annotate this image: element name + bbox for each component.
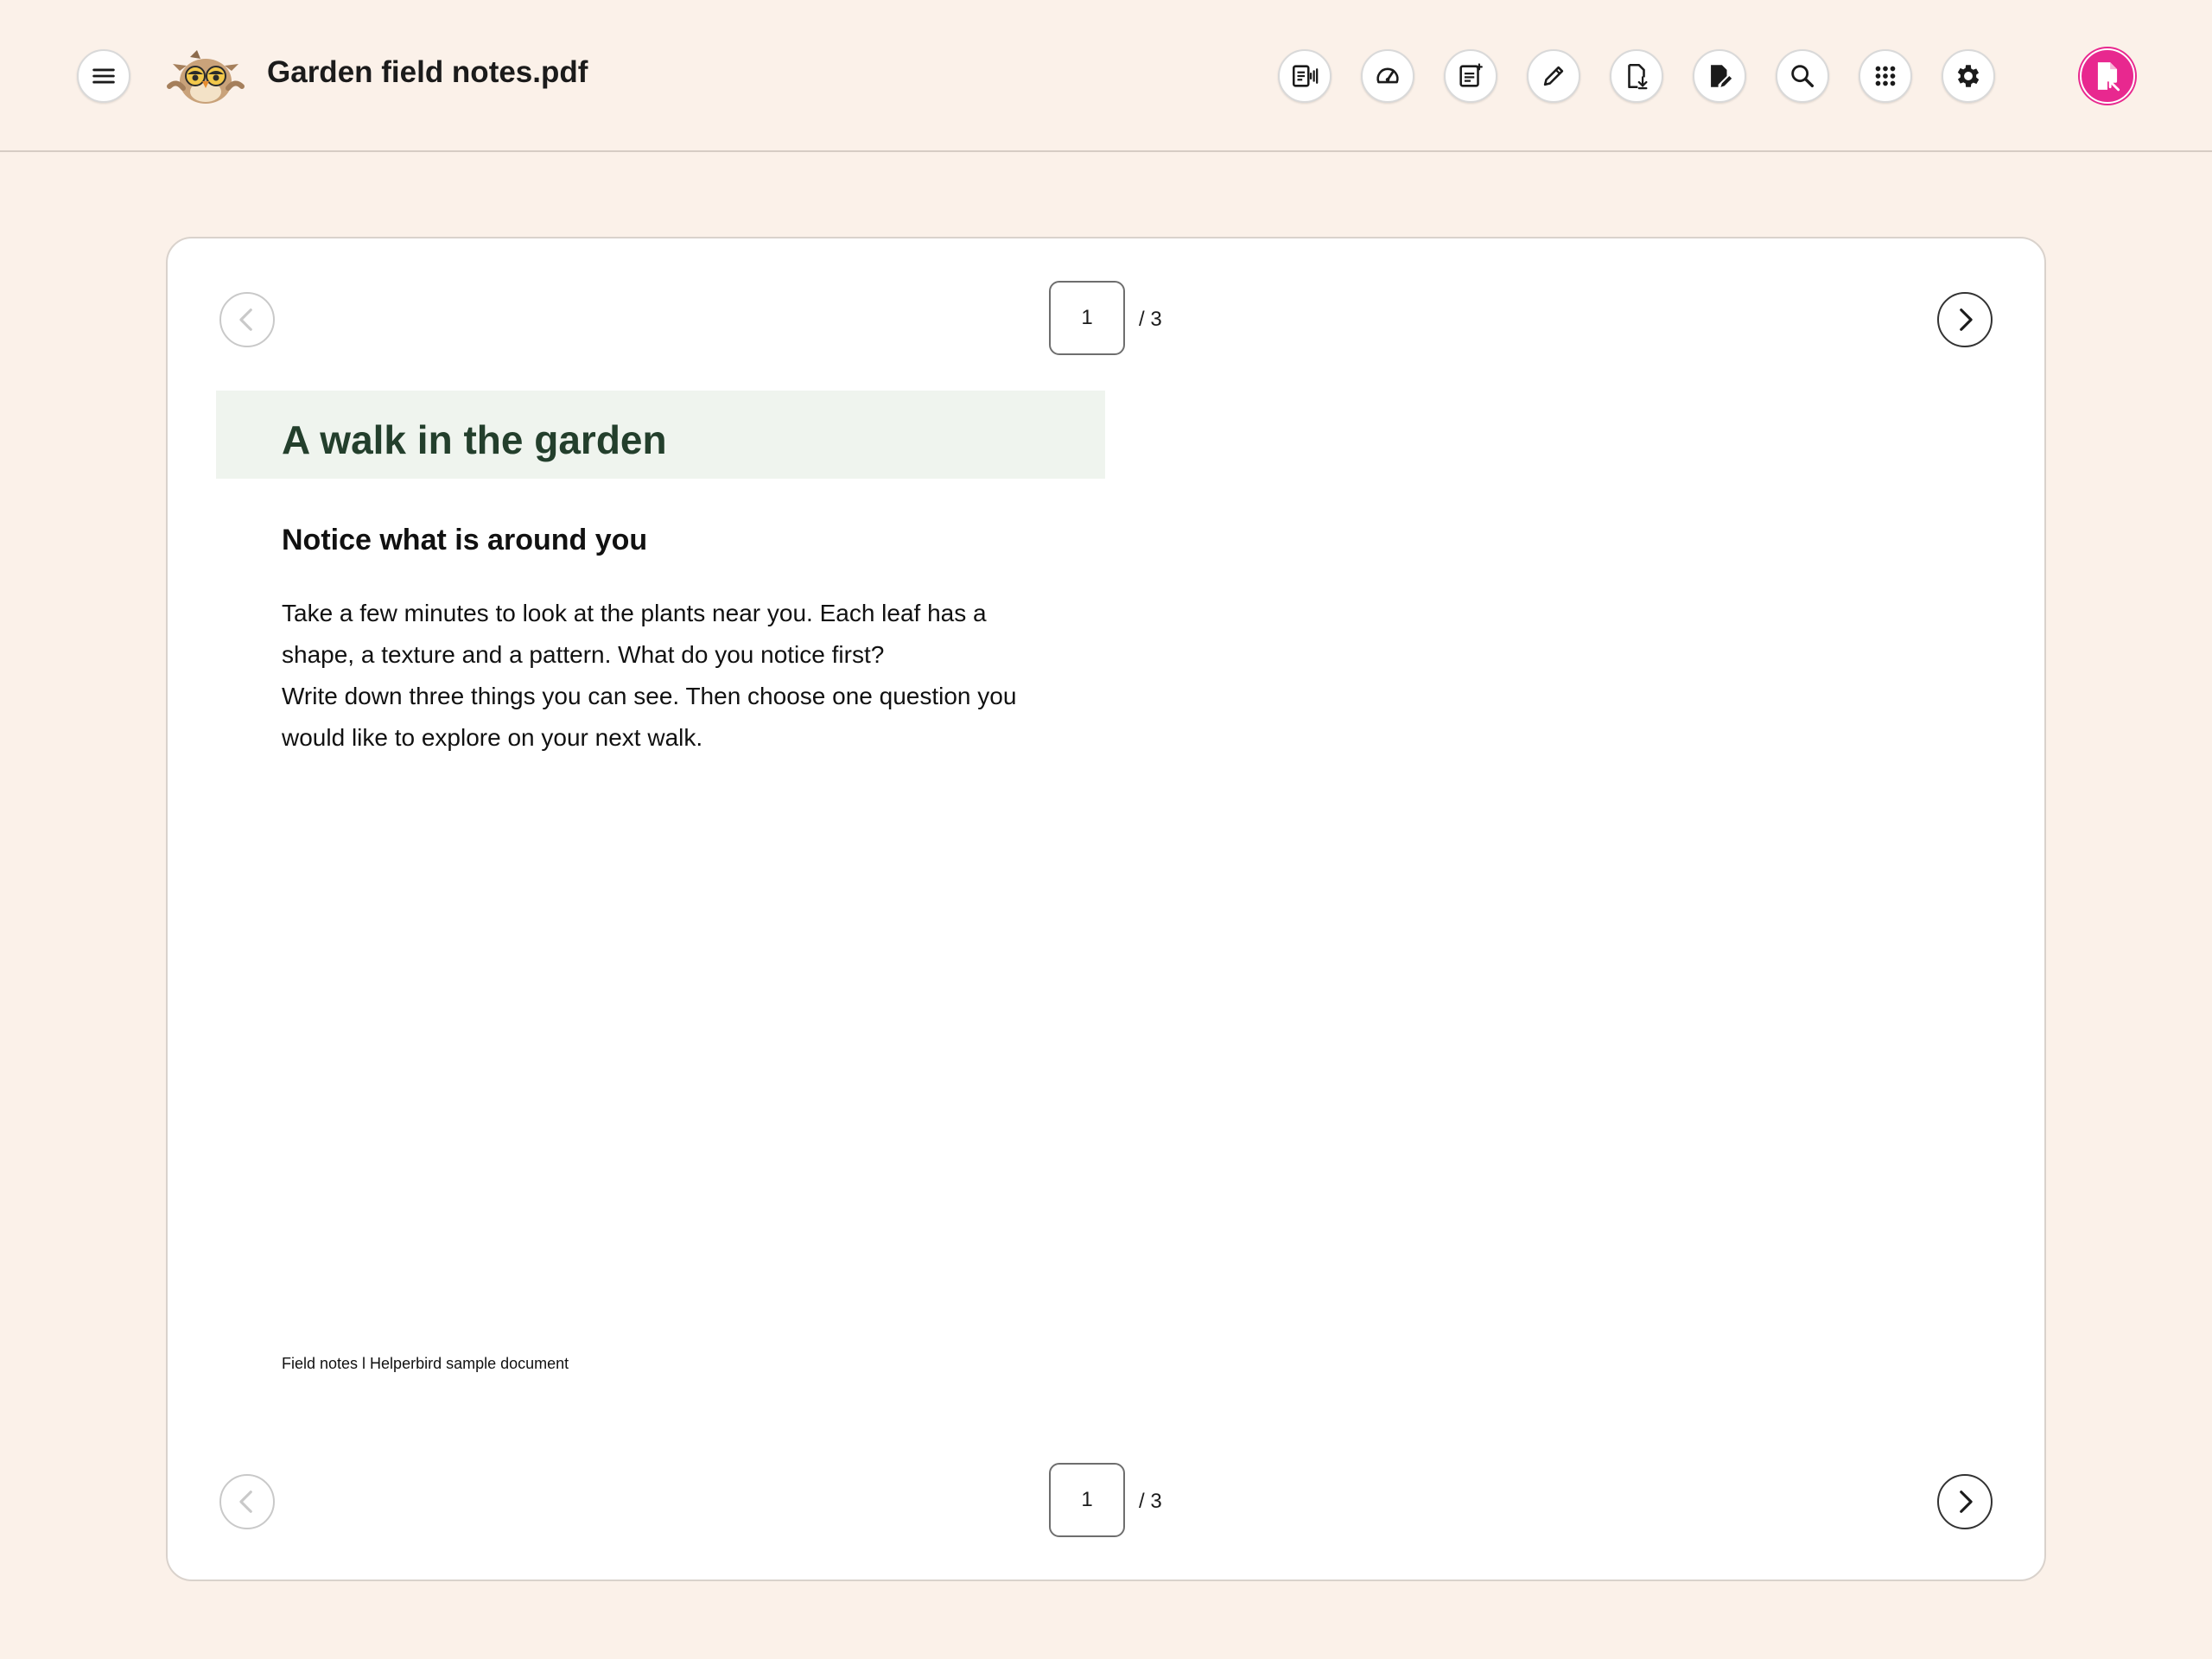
next-page-button-top[interactable] xyxy=(1937,292,1993,347)
pencil-icon xyxy=(1543,66,1564,86)
text-to-speech-icon xyxy=(1292,65,1319,87)
download-file-button[interactable] xyxy=(1610,49,1663,103)
summarise-icon xyxy=(1459,63,1483,87)
page-number-input-top[interactable] xyxy=(1049,281,1125,355)
owl-logo-icon xyxy=(167,50,245,104)
document-title: Garden field notes.pdf xyxy=(267,55,588,89)
search-icon xyxy=(1791,65,1815,88)
chevron-right-icon xyxy=(1960,1491,1973,1513)
page-number-input-bottom[interactable] xyxy=(1049,1463,1125,1537)
paragraph: Take a few minutes to look at the plants… xyxy=(282,600,987,668)
page-footer: Field notes l Helperbird sample document xyxy=(282,1355,569,1372)
pdf-reader-icon xyxy=(2097,62,2120,92)
chevron-right-icon xyxy=(1960,308,1973,331)
apps-grid-icon xyxy=(1875,66,1896,86)
page-heading: A walk in the garden xyxy=(282,417,667,462)
paragraph: Write down three things you can see. The… xyxy=(282,683,1017,751)
reading-speed-button[interactable] xyxy=(1361,49,1414,103)
hamburger-menu-icon xyxy=(92,68,115,84)
gear-icon xyxy=(1957,65,1980,87)
section-subheading: Notice what is around you xyxy=(282,524,648,556)
previous-page-button-top[interactable] xyxy=(219,292,275,347)
text-to-speech-button[interactable] xyxy=(1278,49,1332,103)
search-button[interactable] xyxy=(1776,49,1829,103)
apps-button[interactable] xyxy=(1859,49,1912,103)
top-bar: Garden field notes.pdf xyxy=(0,0,2212,152)
heading-band: A walk in the garden xyxy=(216,391,1105,479)
edit-document-button[interactable] xyxy=(1693,49,1746,103)
previous-page-button-bottom[interactable] xyxy=(219,1474,275,1529)
pdf-reader-button[interactable] xyxy=(2080,48,2135,104)
chevron-left-icon xyxy=(239,1491,252,1513)
body-text: Take a few minutes to look at the plants… xyxy=(282,593,1025,759)
menu-button[interactable] xyxy=(77,49,130,103)
page-total-top: / 3 xyxy=(1139,308,1162,331)
edit-document-icon xyxy=(1711,65,1732,87)
pdf-viewer: / 3 A walk in the garden Notice what is … xyxy=(166,237,2046,1581)
summarise-button[interactable] xyxy=(1444,49,1497,103)
settings-button[interactable] xyxy=(1942,49,1995,103)
download-file-icon xyxy=(1628,63,1648,90)
chevron-left-icon xyxy=(239,308,252,331)
page-total-bottom: / 3 xyxy=(1139,1490,1162,1513)
next-page-button-bottom[interactable] xyxy=(1937,1474,1993,1529)
speedometer-icon xyxy=(1376,67,1399,84)
annotate-button[interactable] xyxy=(1527,49,1580,103)
